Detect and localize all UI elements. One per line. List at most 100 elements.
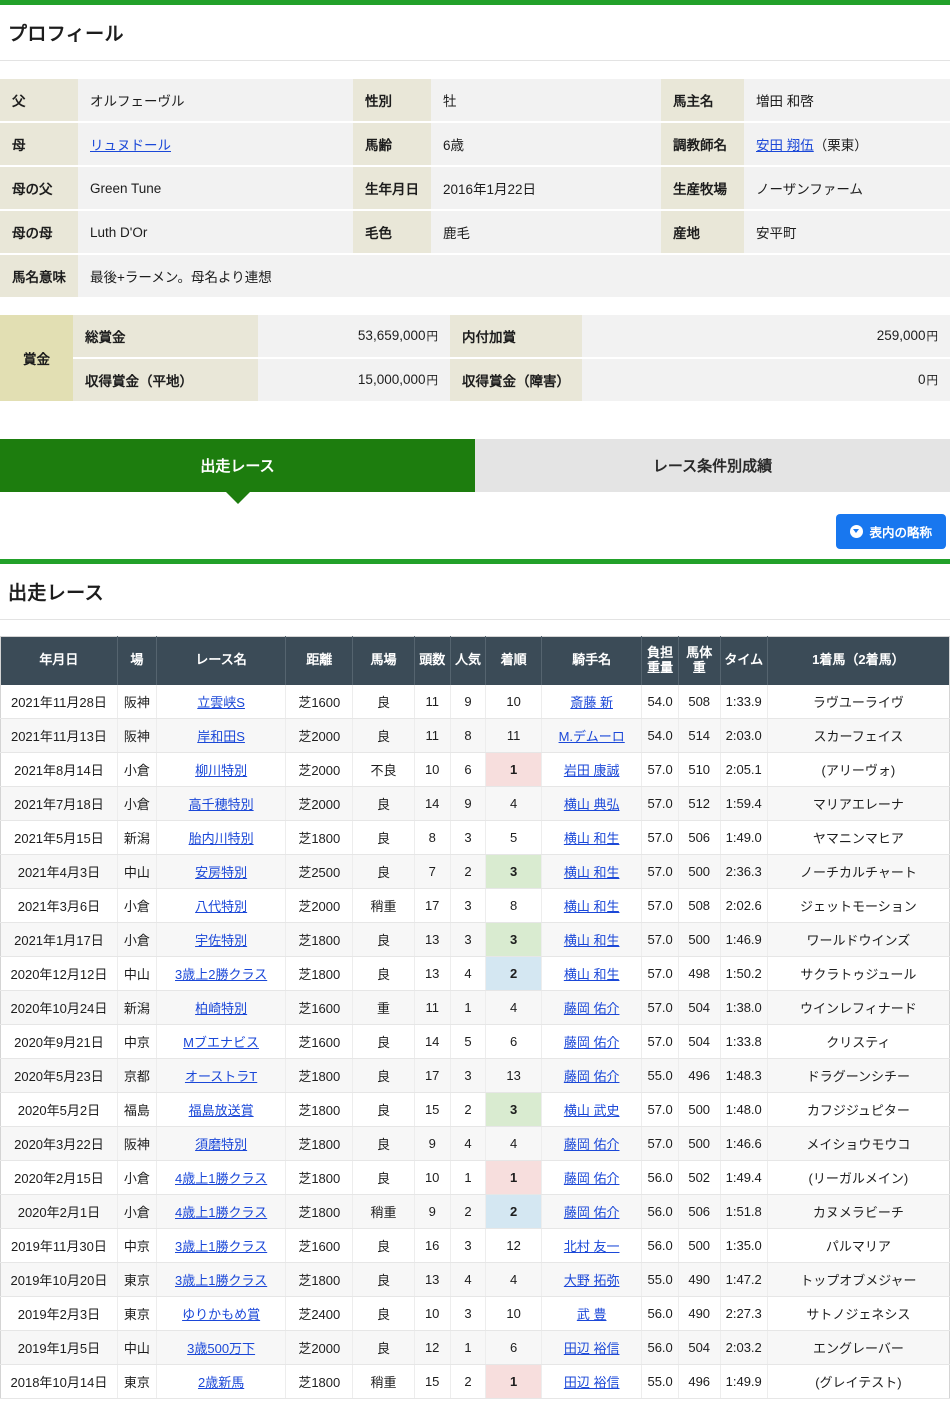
profile-name-meaning-label: 馬名意味	[0, 254, 78, 299]
jockey-link[interactable]: M.デムーロ	[559, 729, 625, 744]
prize-row: 賞金 総賞金 53,659,000円 内付加賞 259,000円	[0, 315, 950, 403]
jockey-link[interactable]: 横山 和生	[564, 967, 620, 982]
race-cell-distance: 芝1600	[285, 684, 354, 719]
race-cell-carried-weight: 57.0	[641, 888, 679, 923]
race-cell-finish-position: 4	[485, 1126, 542, 1161]
race-name-link[interactable]: 柏崎特別	[195, 1001, 247, 1016]
race-name-link[interactable]: 安房特別	[195, 865, 247, 880]
race-cell-condition: 良	[352, 1092, 415, 1127]
race-name-link[interactable]: 宇佐特別	[195, 933, 247, 948]
race-cell-condition: 良	[352, 1228, 415, 1263]
profile-label-left: 父	[0, 79, 78, 123]
race-name-link[interactable]: 3歳上1勝クラス	[175, 1273, 267, 1288]
table-row: 2018年10月14日 東京 2歳新馬 芝1800 稍重 15 2 1 田辺 裕信 55.0 496…	[0, 1364, 950, 1399]
race-cell-date: 2021年11月13日	[0, 718, 118, 753]
race-cell-race-name: 岸和田S	[156, 718, 287, 753]
race-name-link[interactable]: 須磨特別	[195, 1137, 247, 1152]
race-cell-distance: 芝1800	[285, 1126, 354, 1161]
race-name-link[interactable]: 高千穂特別	[189, 797, 254, 812]
race-cell-distance: 芝1600	[285, 1228, 354, 1263]
jockey-link[interactable]: 藤岡 佑介	[564, 1035, 620, 1050]
jockey-link[interactable]: 横山 和生	[564, 865, 620, 880]
race-cell-horse-weight: 506	[678, 1194, 721, 1229]
race-cell-popularity: 5	[450, 1024, 487, 1059]
profile-value-left: Green Tune	[78, 166, 353, 211]
table-row: 2020年5月2日 福島 福島放送賞 芝1800 良 15 2 3 横山 武史 57.0 500 1:…	[0, 1092, 950, 1127]
tab-results-by-condition-label: レース条件別成績	[652, 458, 773, 475]
race-cell-jockey: 横山 和生	[541, 956, 643, 991]
profile-value-left-link[interactable]: リュヌドール	[90, 138, 171, 153]
race-cell-condition: 良	[352, 718, 415, 753]
jockey-link[interactable]: 武 豊	[577, 1307, 607, 1322]
race-name-link[interactable]: 3歳500万下	[187, 1341, 255, 1356]
prize-unit-a: 円	[426, 331, 439, 343]
race-cell-winner: サトノジェネシス	[767, 1296, 950, 1331]
race-cell-head-count: 12	[414, 1330, 451, 1365]
race-cell-carried-weight: 57.0	[641, 752, 679, 787]
race-name-link[interactable]: 胎内川特別	[189, 831, 254, 846]
jockey-link[interactable]: 横山 典弘	[564, 797, 620, 812]
profile-value-right-link[interactable]: 安田 翔伍	[756, 138, 814, 153]
race-name-link[interactable]: 3歳上1勝クラス	[175, 1239, 267, 1254]
jockey-link[interactable]: 横山 和生	[564, 831, 620, 846]
jockey-link[interactable]: 藤岡 佑介	[564, 1069, 620, 1084]
race-name-link[interactable]: 八代特別	[195, 899, 247, 914]
race-cell-race-name: 安房特別	[156, 854, 287, 889]
race-cell-distance: 芝1800	[285, 1262, 354, 1297]
race-cell-condition: 重	[352, 990, 415, 1025]
race-cell-race-name: 4歳上1勝クラス	[156, 1194, 287, 1229]
jockey-link[interactable]: 横山 和生	[564, 933, 620, 948]
race-cell-head-count: 13	[414, 956, 451, 991]
tab-entered-races[interactable]: 出走レース	[0, 439, 475, 504]
race-name-link[interactable]: オーストラT	[185, 1069, 257, 1084]
race-name-link[interactable]: Mブエナビス	[183, 1035, 259, 1050]
table-row: 2020年10月24日 新潟 柏崎特別 芝1600 重 11 1 4 藤岡 佑介 57.0 504 1…	[0, 990, 950, 1025]
race-name-link[interactable]: 柳川特別	[195, 763, 247, 778]
race-name-link[interactable]: 4歳上1勝クラス	[175, 1205, 267, 1220]
jockey-link[interactable]: 藤岡 佑介	[564, 1205, 620, 1220]
race-cell-popularity: 3	[450, 1296, 487, 1331]
race-name-link[interactable]: ゆりかもめ賞	[182, 1307, 260, 1322]
jockey-link[interactable]: 藤岡 佑介	[564, 1171, 620, 1186]
prize-amount-a: 15,000,000	[357, 372, 426, 387]
jockey-link[interactable]: 岩田 康誠	[564, 763, 620, 778]
race-name-link[interactable]: 立雲峡S	[197, 695, 245, 710]
race-cell-condition: 良	[352, 1262, 415, 1297]
race-cell-place: 阪神	[117, 1126, 157, 1161]
race-cell-finish-position: 3	[485, 922, 542, 957]
jockey-link[interactable]: 北村 友一	[564, 1239, 620, 1254]
race-cell-jockey: M.デムーロ	[541, 718, 643, 753]
jockey-link[interactable]: 藤岡 佑介	[564, 1137, 620, 1152]
race-name-link[interactable]: 3歳上2勝クラス	[175, 967, 267, 982]
race-cell-place: 阪神	[117, 684, 157, 719]
jockey-link[interactable]: 大野 拓弥	[564, 1273, 620, 1288]
race-cell-carried-weight: 56.0	[641, 1296, 679, 1331]
race-name-link[interactable]: 4歳上1勝クラス	[175, 1171, 267, 1186]
jockey-link[interactable]: 田辺 裕信	[564, 1375, 620, 1390]
tab-results-by-condition[interactable]: レース条件別成績	[475, 439, 950, 492]
race-name-link[interactable]: 福島放送賞	[189, 1103, 254, 1118]
table-row: 2019年11月30日 中京 3歳上1勝クラス 芝1600 良 16 3 12 北村 友一 56.…	[0, 1228, 950, 1263]
table-abbreviations-button[interactable]: 表内の略称	[836, 514, 946, 549]
race-cell-head-count: 13	[414, 1262, 451, 1297]
jockey-link[interactable]: 田辺 裕信	[564, 1341, 620, 1356]
race-cell-popularity: 1	[450, 1330, 487, 1365]
jockey-link[interactable]: 藤岡 佑介	[564, 1001, 620, 1016]
jockey-link[interactable]: 横山 和生	[564, 899, 620, 914]
race-name-link[interactable]: 岸和田S	[197, 729, 245, 744]
race-cell-jockey: 藤岡 佑介	[541, 1058, 643, 1093]
race-cell-winner: メイショウモウコ	[767, 1126, 950, 1161]
race-cell-date: 2019年1月5日	[0, 1330, 118, 1365]
prize-unit-a: 円	[426, 375, 439, 387]
jockey-link[interactable]: 斎藤 新	[570, 695, 613, 710]
race-cell-head-count: 11	[414, 990, 451, 1025]
race-cell-distance: 芝1600	[285, 990, 354, 1025]
race-cell-finish-position: 4	[485, 786, 542, 821]
race-cell-winner: ノーチカルチャート	[767, 854, 950, 889]
profile-value-right: ノーザンファーム	[744, 166, 950, 211]
race-cell-horse-weight: 514	[678, 718, 721, 753]
race-name-link[interactable]: 2歳新馬	[198, 1375, 244, 1390]
jockey-link[interactable]: 横山 武史	[564, 1103, 620, 1118]
race-cell-place: 中山	[117, 1330, 157, 1365]
table-row: 2021年1月17日 小倉 宇佐特別 芝1800 良 13 3 3 横山 和生 57.0 500 1:…	[0, 922, 950, 957]
